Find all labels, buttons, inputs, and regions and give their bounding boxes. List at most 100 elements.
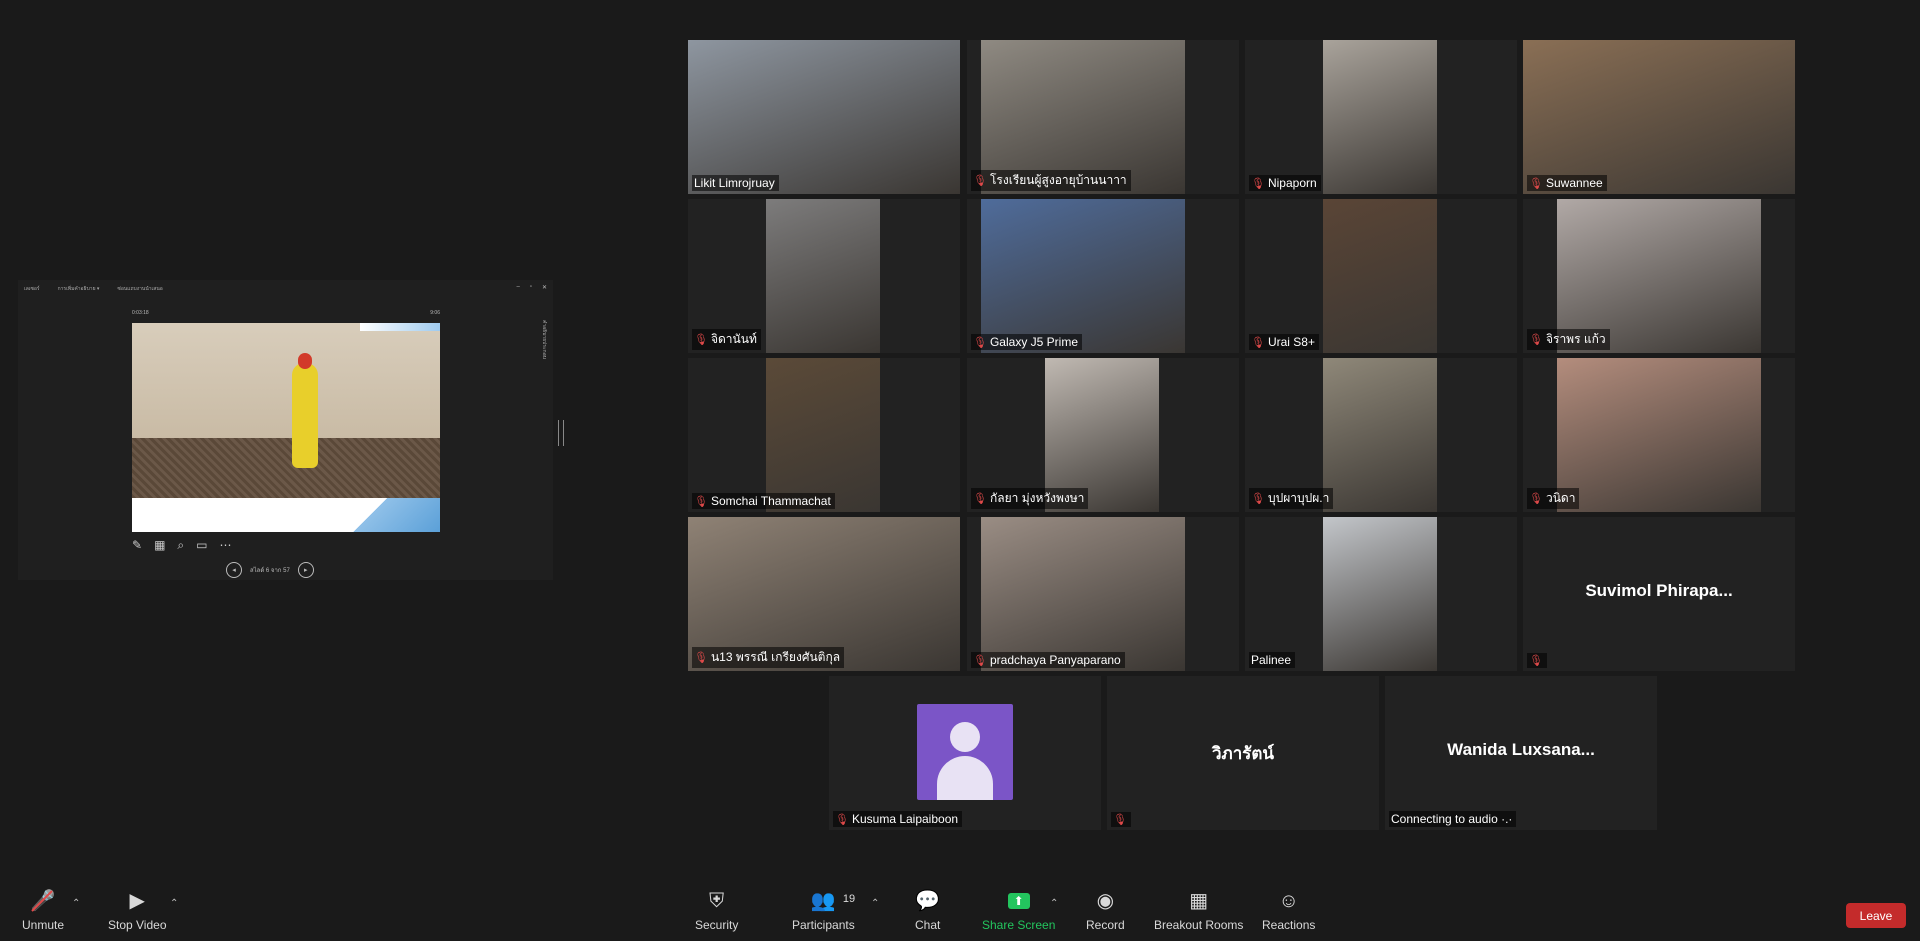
presenter-toolbar: เลเซอร์ การเพิ่มคำอธิบาย ▾ ซ่อนแถบงานนำเ… [18, 280, 553, 298]
microphone-muted-icon: 🎙 [1251, 177, 1265, 190]
participant-name: Palinee [1251, 653, 1292, 667]
participants-icon: 👥 19 [810, 890, 856, 912]
participant-tile[interactable]: Wanida Luxsana... Connecting to audio ·.· [1385, 676, 1657, 830]
participant-name: Suwannee [1545, 176, 1603, 190]
participant-name-tag: 🎙 จิราพร แก้ว [1527, 329, 1610, 350]
participant-name: บุปผาบุปผ.า [1267, 491, 1330, 505]
security-label: Security [695, 918, 739, 932]
participant-name-tag: Palinee [1249, 652, 1296, 668]
record-icon: ◉ [1096, 890, 1115, 912]
participant-tile[interactable]: 🎙 Urai S8+ [1245, 199, 1517, 353]
hide-taskbar-menu[interactable]: ซ่อนแถบงานนำเสนอ [117, 285, 162, 293]
participant-name-tag: 🎙 Galaxy J5 Prime [971, 334, 1082, 350]
participant-tile[interactable]: 🎙 จิดานันท์ [688, 199, 960, 353]
microphone-muted-icon: 🎙 [1529, 334, 1543, 346]
slide-figure-head [298, 353, 312, 369]
participant-name-tag: Likit Limrojruay [692, 175, 779, 191]
participant-tile[interactable]: 🎙 วนิดา [1523, 358, 1795, 512]
maximize-icon[interactable]: ▫ [530, 284, 532, 291]
participant-display-name: วิภารัตน์ [1211, 744, 1275, 763]
presentation-timer: 0:03:18 9:06 [132, 310, 440, 320]
security-button[interactable]: ⛨ Security [695, 890, 738, 932]
share-screen-button[interactable]: ⬆ Share Screen [982, 890, 1055, 932]
participant-name-tag: 🎙 โรงเรียนผู้สูงอายุบ้านนาาา [971, 170, 1131, 191]
participant-name-tag: 🎙 Somchai Thammachat [692, 493, 835, 509]
participant-tile[interactable]: 🎙 Suwannee [1523, 40, 1795, 194]
avatar-body [937, 756, 993, 800]
participant-name: Likit Limrojruay [694, 176, 775, 190]
participant-tile[interactable]: 🎙 Kusuma Laipaiboon [829, 676, 1101, 830]
laser-menu[interactable]: เลเซอร์ [24, 285, 40, 293]
participant-name-tag: 🎙 [1111, 812, 1131, 827]
participant-tile[interactable]: Likit Limrojruay [688, 40, 960, 194]
participant-name-tag: 🎙 บุปผาบุปผ.า [1249, 488, 1334, 509]
participant-name: วนิดา [1545, 491, 1576, 505]
participant-tile[interactable]: 🎙 pradchaya Panyaparano [967, 517, 1239, 671]
leave-button[interactable]: Leave [1846, 903, 1906, 928]
shield-icon: ⛨ [709, 890, 725, 912]
participant-tile[interactable]: 🎙 Galaxy J5 Prime [967, 199, 1239, 353]
microphone-muted-icon: 🎙 [973, 336, 987, 349]
participants-count: 19 [842, 893, 856, 905]
slide-counter: สไลด์ 6 จาก 57 [250, 568, 290, 574]
close-icon[interactable]: ✕ [542, 284, 547, 291]
chat-button[interactable]: 💬 Chat [915, 890, 940, 932]
participant-tile[interactable]: 🎙 จิราพร แก้ว [1523, 199, 1795, 353]
participant-tile[interactable]: 🎙 กัลยา มุ่งหวังพงษา [967, 358, 1239, 512]
more-icon[interactable]: ⋯ [219, 538, 231, 553]
participant-tile[interactable]: 🎙 Nipaporn [1245, 40, 1517, 194]
participant-video [1323, 358, 1437, 512]
participant-name-tag: 🎙 Urai S8+ [1249, 334, 1319, 350]
video-camera-icon: ▶ [129, 890, 145, 912]
participant-tile[interactable]: 🎙 Somchai Thammachat [688, 358, 960, 512]
annotation-side-label: คำอธิบายประกอบ [541, 320, 547, 359]
zoom-icon[interactable]: ⌕ [177, 538, 184, 553]
reactions-button[interactable]: ☺ Reactions [1262, 890, 1315, 932]
participant-video [1557, 358, 1761, 512]
participant-name: น13 พรรณี เกรียงศันติกุล [710, 650, 841, 664]
share-options-chevron-icon[interactable]: ⌃ [1050, 898, 1058, 909]
minimize-icon[interactable]: – [516, 284, 519, 291]
participant-tile[interactable]: Palinee [1245, 517, 1517, 671]
split-view-handle[interactable] [558, 420, 564, 446]
participant-video [688, 40, 960, 194]
microphone-muted-icon: 🎙 [1251, 493, 1265, 505]
slides-grid-icon[interactable]: ▦ [154, 538, 165, 553]
participants-chevron-icon[interactable]: ⌃ [871, 898, 879, 909]
slide-tools: ✎ ▦ ⌕ ▭ ⋯ [132, 538, 231, 553]
previous-slide-icon[interactable]: ◂ [226, 562, 242, 578]
participant-name: จิดานันท์ [710, 332, 757, 346]
participant-tile[interactable]: วิภารัตน์ 🎙 [1107, 676, 1379, 830]
participants-button[interactable]: 👥 19 Participants [792, 890, 855, 932]
pen-icon[interactable]: ✎ [132, 538, 142, 553]
video-options-chevron-icon[interactable]: ⌃ [170, 898, 178, 909]
screen-icon[interactable]: ▭ [196, 538, 207, 553]
participant-tile[interactable]: 🎙 บุปผาบุปผ.า [1245, 358, 1517, 512]
share-screen-icon: ⬆ [1007, 893, 1030, 909]
breakout-rooms-icon: ▦ [1189, 890, 1209, 912]
participant-name-tag: 🎙 วนิดา [1527, 488, 1580, 509]
participant-name: Connecting to audio ·.· [1391, 812, 1513, 826]
unmute-button[interactable]: 🎤 Unmute [22, 890, 64, 932]
microphone-muted-icon: 🎙 [835, 813, 849, 826]
participant-tile[interactable]: Suvimol Phirapa... 🎙 [1523, 517, 1795, 671]
slide-navigation: ◂ สไลด์ 6 จาก 57 ▸ [226, 562, 314, 578]
stop-video-label: Stop Video [108, 918, 167, 932]
microphone-muted-icon: 🎙 [973, 493, 987, 505]
record-button[interactable]: ◉ Record [1086, 890, 1125, 932]
breakout-rooms-button[interactable]: ▦ Breakout Rooms [1154, 890, 1243, 932]
participant-name: Urai S8+ [1267, 335, 1315, 349]
participant-name: จิราพร แก้ว [1545, 332, 1606, 346]
next-slide-icon[interactable]: ▸ [297, 562, 314, 578]
participant-name-tag: 🎙 Nipaporn [1249, 175, 1321, 191]
participant-video [1323, 517, 1437, 671]
avatar-head [950, 722, 980, 752]
slide-figure [292, 363, 318, 468]
participant-name: โรงเรียนผู้สูงอายุบ้านนาาา [989, 173, 1127, 187]
participant-tile[interactable]: 🎙 น13 พรรณี เกรียงศันติกุล [688, 517, 960, 671]
participant-tile[interactable]: 🎙 โรงเรียนผู้สูงอายุบ้านนาาา [967, 40, 1239, 194]
audio-options-chevron-icon[interactable]: ⌃ [72, 898, 80, 909]
annotation-menu[interactable]: การเพิ่มคำอธิบาย ▾ [58, 285, 100, 293]
participant-video [1523, 40, 1795, 194]
stop-video-button[interactable]: ▶ Stop Video [108, 890, 167, 932]
